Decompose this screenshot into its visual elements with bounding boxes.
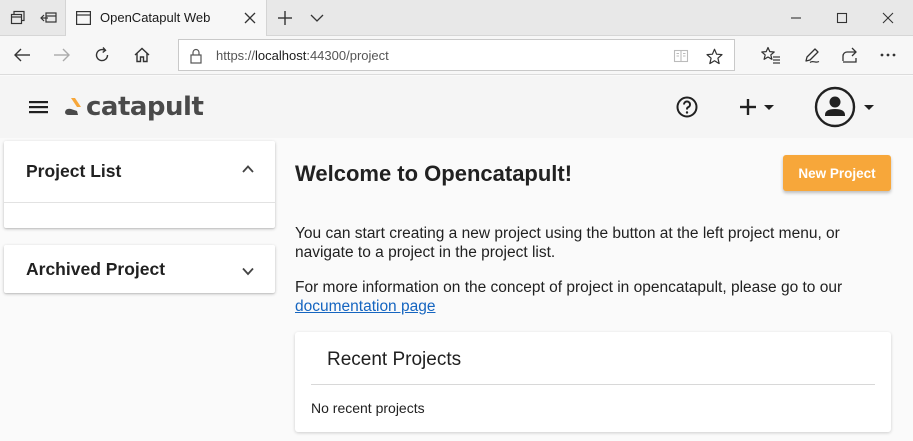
tab-close-button[interactable] <box>242 10 258 26</box>
more-button[interactable] <box>871 39 905 71</box>
lock-icon <box>190 48 202 64</box>
menu-icon[interactable] <box>28 98 50 116</box>
refresh-button[interactable] <box>85 39 119 71</box>
close-icon <box>244 12 256 24</box>
new-tab-icon <box>278 11 292 25</box>
new-tab-button[interactable] <box>270 0 300 36</box>
documentation-link[interactable]: documentation page <box>295 298 435 315</box>
web-page: catapult Project List Archived Project W… <box>0 76 913 441</box>
tab-actions-icon <box>10 10 25 25</box>
app-logo[interactable]: catapult <box>63 90 204 124</box>
help-button[interactable] <box>673 93 701 121</box>
browser-tab-bar: OpenCatapult Web <box>0 0 913 37</box>
panel-divider <box>4 202 275 203</box>
page-icon <box>76 11 91 25</box>
back-icon <box>14 48 30 62</box>
archived-project-title: Archived Project <box>26 259 166 279</box>
recent-projects-empty: No recent projects <box>311 400 425 416</box>
project-list-header[interactable]: Project List <box>4 141 275 201</box>
reading-view-icon <box>673 49 689 63</box>
browser-nav-bar: https://localhost:44300/project <box>0 36 913 75</box>
favorites-button[interactable] <box>754 39 788 71</box>
forward-icon <box>54 48 70 62</box>
refresh-icon <box>95 47 109 62</box>
set-aside-tabs-button[interactable] <box>34 0 64 36</box>
reading-view-button[interactable] <box>668 43 694 69</box>
favorites-icon <box>761 46 780 64</box>
pen-icon <box>805 48 820 64</box>
share-icon <box>842 47 857 63</box>
set-aside-tabs-icon <box>40 12 57 23</box>
tab-actions-button[interactable] <box>3 0 33 36</box>
project-list-title: Project List <box>26 161 122 181</box>
recent-projects-card: Recent Projects No recent projects <box>295 332 891 432</box>
add-menu-button[interactable] <box>733 93 781 121</box>
chevron-up-icon <box>242 165 254 173</box>
page-title: Welcome to Opencatapult! <box>295 161 573 186</box>
url-prefix: https:// <box>216 48 256 63</box>
caret-down-icon <box>764 105 774 110</box>
logo-text: catapult <box>86 92 204 122</box>
recent-projects-title: Recent Projects <box>327 349 462 370</box>
caret-down-icon <box>864 105 874 110</box>
minimize-icon <box>791 17 801 19</box>
address-bar[interactable]: https://localhost:44300/project <box>178 39 735 71</box>
help-icon <box>676 96 698 118</box>
new-project-button[interactable]: New Project <box>783 155 891 191</box>
intro-text: You can start creating a new project usi… <box>295 225 840 261</box>
back-button[interactable] <box>5 39 39 71</box>
favorite-star-icon <box>705 48 723 64</box>
tab-list-button[interactable] <box>302 0 332 36</box>
share-button[interactable] <box>833 39 867 71</box>
project-list-panel: Project List <box>4 141 275 228</box>
app-header: catapult <box>0 76 913 138</box>
tab-list-chevron-icon <box>310 14 324 22</box>
catapult-logo-icon <box>65 98 81 115</box>
forward-button[interactable] <box>45 39 79 71</box>
chevron-down-icon <box>242 267 254 276</box>
notes-button[interactable] <box>795 39 829 71</box>
more-info-sentence: For more information on the concept of p… <box>295 279 843 296</box>
url-text: https://localhost:44300/project <box>216 48 389 63</box>
url-host: localhost <box>255 48 307 63</box>
archived-project-panel: Archived Project <box>4 245 275 293</box>
browser-tab[interactable]: OpenCatapult Web <box>65 0 267 37</box>
close-window-button[interactable] <box>865 0 911 36</box>
plus-icon <box>740 99 756 115</box>
account-icon <box>814 86 856 128</box>
minimize-button[interactable] <box>773 0 819 36</box>
account-menu-button[interactable] <box>813 86 877 128</box>
favorite-button[interactable] <box>701 43 727 69</box>
maximize-icon <box>836 12 848 24</box>
url-path: :44300/project <box>306 48 389 63</box>
home-button[interactable] <box>125 39 159 71</box>
more-icon <box>880 53 896 57</box>
recent-divider <box>311 384 875 385</box>
maximize-button[interactable] <box>819 0 865 36</box>
close-window-icon <box>882 12 894 24</box>
more-info-text: For more information on the concept of p… <box>295 278 885 316</box>
tab-title: OpenCatapult Web <box>100 10 211 25</box>
home-icon <box>134 47 150 63</box>
archived-project-header[interactable]: Archived Project <box>4 245 275 293</box>
